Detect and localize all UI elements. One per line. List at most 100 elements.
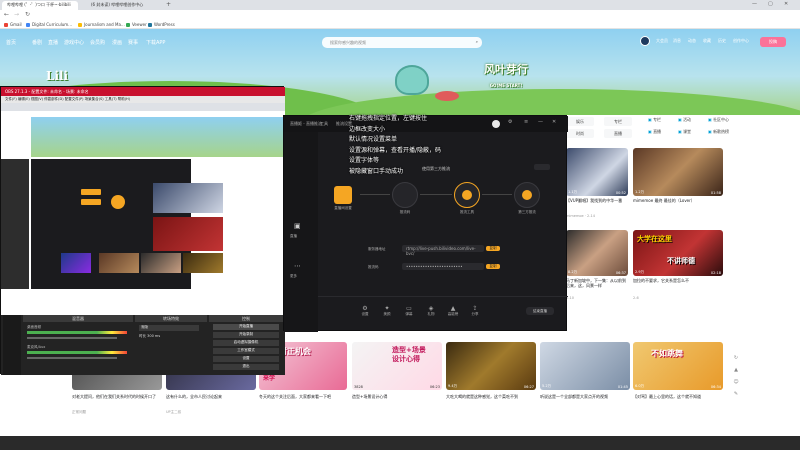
video-card[interactable]: 不如跳舞 6.0万 06:34	[633, 342, 723, 390]
maximize-icon[interactable]: ▢	[768, 1, 773, 7]
search-icon[interactable]: ⌕	[476, 39, 478, 44]
app-close-icon[interactable]: ✕	[552, 119, 556, 125]
toolbar-item[interactable]: ▲ 高能榜	[446, 305, 460, 317]
minimize-icon[interactable]: —	[752, 1, 757, 7]
video-card[interactable]: 1.1万 00:52	[566, 148, 630, 196]
video-title[interactable]: 冬天的这个关注后面，大家都来看一下吧	[259, 394, 347, 404]
obs-menu-text[interactable]: 文件(F) 编辑(E) 视图(V) 停靠部件(D) 配置文件(P) 场景集合(S…	[5, 97, 130, 101]
toolbar-item[interactable]: ✦ 美颜	[380, 305, 394, 317]
transition-duration[interactable]: 时长 300 ms	[139, 334, 199, 340]
server-address-field[interactable]: rtmp://live-push.bilivideo.com/live-bvc/	[402, 245, 484, 256]
nav-item[interactable]: 番剧	[32, 39, 42, 46]
start-recording-button[interactable]: 开始录制	[213, 332, 279, 338]
end-live-button[interactable]: 结束直播	[526, 307, 554, 315]
video-title[interactable]: 大吃大喝的就是这种感觉，这个菜吃不到	[446, 394, 536, 404]
channel-chip[interactable]: 直播	[604, 129, 632, 138]
nav-item[interactable]: 会员购	[90, 39, 105, 46]
right-link[interactable]: ▣ 社区中心	[708, 117, 729, 123]
video-title[interactable]: 马丁新加坡中，下一集：从以前到后来，这，风景一样	[566, 278, 628, 288]
video-card[interactable]: 9.4万 06:27	[446, 342, 536, 390]
new-tab-icon[interactable]: +	[166, 1, 171, 8]
flow-node-third-party[interactable]	[514, 182, 540, 208]
exit-button[interactable]: 退出	[213, 364, 279, 370]
channel-chip[interactable]: 时尚	[566, 129, 594, 138]
video-title[interactable]: 听说这是一个全部都是大家点开的视频	[540, 394, 630, 404]
nav-item[interactable]: 直播	[48, 39, 58, 46]
bookmark-journalism[interactable]: Journalism and Ma...	[78, 22, 125, 27]
obs-preview[interactable]	[1, 103, 285, 315]
app-avatar[interactable]	[492, 120, 500, 128]
video-title[interactable]: 【对骂】最上心里的话，这个就不知道	[633, 394, 723, 404]
app-settings-icon[interactable]: ⚙	[508, 119, 512, 125]
user-avatar[interactable]	[640, 36, 650, 46]
search-input[interactable]: 搜索你感兴趣的视频 ⌕	[322, 37, 482, 48]
volume-slider[interactable]	[27, 337, 117, 339]
right-link[interactable]: ▣ 新歌热榜	[708, 129, 729, 135]
refresh-icon[interactable]: ↻	[731, 352, 741, 364]
app-tab[interactable]: 工具	[320, 121, 328, 127]
bookmark-digital-curriculum[interactable]: Digital Curriculum...	[26, 22, 72, 27]
video-title[interactable]: 加拉的不要求，它关系是怎么不	[633, 278, 723, 288]
settings-button[interactable]: 设置	[213, 356, 279, 362]
copy-key-button[interactable]: 复制	[486, 264, 500, 269]
video-card[interactable]: 造型+场景 设计心得 3828 06:23	[352, 342, 442, 390]
nav-item[interactable]: 赛事	[128, 39, 138, 46]
studio-mode-button[interactable]: 工作室模式	[213, 348, 279, 354]
right-nav-item[interactable]: 历史	[718, 38, 726, 44]
live-icon[interactable]: ▣	[294, 222, 301, 230]
upload-button[interactable]: 投稿	[760, 37, 786, 47]
video-card[interactable]: 大学在这里 不讲师德 2.9万 02:18	[633, 230, 723, 276]
video-card[interactable]: 8.2万 06:37	[566, 230, 628, 276]
video-title[interactable]: 【VUP翻唱】我找到的中华一番	[566, 198, 628, 203]
channel-chip[interactable]: 专栏	[604, 117, 632, 126]
bookmark-veewer[interactable]: Veewer	[126, 22, 147, 27]
right-nav-item[interactable]: 消息	[673, 38, 681, 44]
video-title[interactable]: 对老大提问，他们在我们关系时代的时候开口了	[72, 394, 162, 404]
flow-node-key[interactable]	[392, 182, 418, 208]
help-chip[interactable]	[534, 164, 550, 170]
nav-item-download[interactable]: 下载APP	[146, 39, 165, 46]
app-minimize-icon[interactable]: —	[538, 119, 543, 125]
video-title[interactable]: 这有什么的，全市人民讨论起来	[166, 394, 256, 404]
volume-slider[interactable]	[27, 357, 117, 359]
bookmark-wordpress[interactable]: WordPress	[148, 22, 175, 27]
nav-item[interactable]: 漫画	[112, 39, 122, 46]
more-icon[interactable]: ⋯	[294, 262, 301, 270]
close-icon[interactable]: ✕	[784, 1, 788, 7]
toolbar-item[interactable]: ⚙ 设置	[358, 305, 372, 317]
video-card[interactable]: 1.2万 01:58	[633, 148, 723, 196]
flow-node-settings[interactable]	[334, 186, 352, 204]
right-nav-item[interactable]: 动态	[688, 38, 696, 44]
customer-service-icon[interactable]: ☺	[731, 376, 741, 388]
right-nav-item[interactable]: 大会员	[656, 38, 668, 44]
browser-tab-creator[interactable]: (6 封未读) 哔哩哔哩创作中心	[86, 1, 162, 10]
reload-icon[interactable]: ↻	[25, 11, 30, 18]
start-streaming-button[interactable]: 开始直播	[213, 324, 279, 330]
toolbar-item[interactable]: ▭ 弹幕	[402, 305, 416, 317]
nav-item[interactable]: 游戏中心	[64, 39, 84, 46]
transition-select[interactable]: 渐隐	[139, 325, 199, 331]
browser-tab-bilibili[interactable]: 哔哩哔哩 (゜-゜)つロ 干杯~-bilibili	[2, 1, 78, 10]
flow-node-tool[interactable]	[454, 182, 480, 208]
bilibili-logo-nav[interactable]: 首页	[6, 39, 16, 46]
video-card[interactable]: 5.2万 01:45	[540, 342, 630, 390]
back-icon[interactable]: ←	[4, 11, 9, 18]
right-nav-item[interactable]: 收藏	[703, 38, 711, 44]
copy-server-button[interactable]: 复制	[486, 246, 500, 251]
toolbar-item[interactable]: ⇪ 分享	[468, 305, 482, 317]
forward-icon[interactable]: →	[14, 11, 19, 18]
right-nav-item[interactable]: 创作中心	[733, 38, 749, 44]
bookmark-gmail[interactable]: Gmail	[4, 22, 22, 27]
right-link[interactable]: ▣ 活动	[678, 117, 691, 123]
video-title[interactable]: 造型+场景设计心得	[352, 394, 442, 404]
right-link[interactable]: ▣ 直播	[648, 129, 661, 135]
right-link[interactable]: ▣ 课堂	[678, 129, 691, 135]
stream-key-field[interactable]: ••••••••••••••••••••••••	[402, 263, 484, 270]
feedback-icon[interactable]: ✎	[731, 388, 741, 400]
channel-chip[interactable]: 娱乐	[566, 117, 594, 126]
top-icon[interactable]: ▲	[731, 364, 741, 376]
virtual-camera-button[interactable]: 启动虚拟摄像机	[213, 340, 279, 346]
toolbar-item[interactable]: ◈ 礼物	[424, 305, 438, 317]
right-link[interactable]: ▣ 专栏	[648, 117, 661, 123]
video-title[interactable]: mimemoe 最终 最佳的（Lover）	[633, 198, 723, 203]
